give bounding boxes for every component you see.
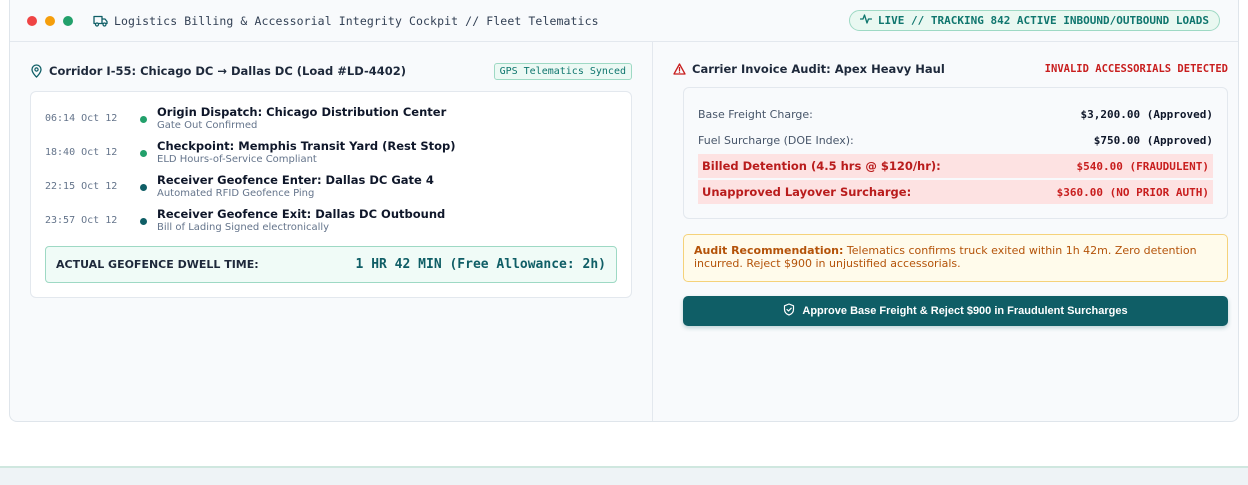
corridor-title: Corridor I-55: Chicago DC → Dallas DC (L… — [49, 64, 407, 78]
invoice-line-items: Base Freight Charge: $3,200.00 (Approved… — [683, 87, 1228, 219]
invoice-line-label: Unapproved Layover Surcharge: — [702, 185, 912, 199]
invoice-line: Base Freight Charge: $3,200.00 (Approved… — [698, 102, 1213, 126]
event-status-dot — [140, 116, 147, 123]
telematics-pane: Corridor I-55: Chicago DC → Dallas DC (L… — [10, 42, 653, 421]
app-window: Logistics Billing & Accessorial Integrit… — [9, 0, 1239, 422]
invoice-line-value: $360.00 (NO PRIOR AUTH) — [1056, 185, 1209, 199]
timeline-event: 06:14 Oct 12 Origin Dispatch: Chicago Di… — [45, 105, 615, 134]
event-time: 23:57 Oct 12 — [45, 215, 118, 226]
audit-header: Carrier Invoice Audit: Apex Heavy Haul I… — [673, 60, 1228, 78]
dwell-time-value: 1 HR 42 MIN (Free Allowance: 2h) — [355, 257, 606, 272]
event-subtitle: Bill of Lading Signed electronically — [157, 222, 330, 233]
flagged-invoice-line: Unapproved Layover Surcharge: $360.00 (N… — [698, 180, 1213, 204]
event-title: Checkpoint: Memphis Transit Yard (Rest S… — [157, 139, 456, 153]
event-subtitle: ELD Hours-of-Service Compliant — [157, 154, 317, 165]
timeline-event: 23:57 Oct 12 Receiver Geofence Exit: Dal… — [45, 207, 615, 236]
event-subtitle: Automated RFID Geofence Ping — [157, 188, 315, 199]
audit-status: INVALID ACCESSORIALS DETECTED — [1044, 63, 1228, 75]
app-title: Logistics Billing & Accessorial Integrit… — [114, 13, 599, 28]
live-status-text: LIVE // TRACKING 842 ACTIVE INBOUND/OUTB… — [877, 14, 1209, 27]
truck-icon — [93, 15, 108, 27]
invoice-line: Fuel Surcharge (DOE Index): $750.00 (App… — [698, 128, 1213, 152]
close-window-button[interactable] — [27, 15, 37, 26]
event-subtitle: Gate Out Confirmed — [157, 120, 258, 131]
title-bar: Logistics Billing & Accessorial Integrit… — [10, 0, 1238, 42]
timeline-event: 22:15 Oct 12 Receiver Geofence Enter: Da… — [45, 173, 615, 202]
audit-title: Carrier Invoice Audit: Apex Heavy Haul — [692, 62, 945, 76]
shield-check-icon — [783, 303, 795, 319]
flagged-invoice-line: Billed Detention (4.5 hrs @ $120/hr): $5… — [698, 154, 1213, 178]
approve-button-label: Approve Base Freight & Reject $900 in Fr… — [802, 305, 1128, 317]
event-title: Receiver Geofence Enter: Dallas DC Gate … — [157, 173, 434, 187]
recommendation-heading: Audit Recommendation: — [694, 244, 844, 257]
invoice-line-value: $3,200.00 (Approved) — [1080, 107, 1213, 121]
warning-icon — [673, 63, 686, 75]
gps-sync-badge: GPS Telematics Synced — [493, 62, 632, 80]
invoice-line-value: $750.00 (Approved) — [1093, 133, 1213, 147]
event-title: Origin Dispatch: Chicago Distribution Ce… — [157, 105, 447, 119]
page-footer-strip — [0, 466, 1248, 485]
invoice-line-label: Fuel Surcharge (DOE Index): — [698, 133, 854, 147]
event-status-dot — [140, 150, 147, 157]
activity-icon — [859, 14, 873, 27]
corridor-header: Corridor I-55: Chicago DC → Dallas DC (L… — [30, 62, 632, 80]
invoice-line-value: $540.00 (FRAUDULENT) — [1076, 159, 1209, 173]
event-time: 22:15 Oct 12 — [45, 181, 118, 192]
timeline-event: 18:40 Oct 12 Checkpoint: Memphis Transit… — [45, 139, 615, 168]
map-pin-icon — [30, 64, 43, 78]
maximize-window-button[interactable] — [63, 15, 73, 26]
minimize-window-button[interactable] — [45, 15, 55, 26]
dwell-time-label: ACTUAL GEOFENCE DWELL TIME: — [56, 258, 259, 271]
event-status-dot — [140, 184, 147, 191]
audit-recommendation: Audit Recommendation: Telematics confirm… — [683, 234, 1228, 282]
dwell-time-summary: ACTUAL GEOFENCE DWELL TIME: 1 HR 42 MIN … — [45, 246, 617, 283]
invoice-audit-pane: Carrier Invoice Audit: Apex Heavy Haul I… — [653, 42, 1238, 421]
event-title: Receiver Geofence Exit: Dallas DC Outbou… — [157, 207, 446, 221]
invoice-line-label: Base Freight Charge: — [698, 107, 813, 121]
event-time: 18:40 Oct 12 — [45, 147, 118, 158]
invoice-line-label: Billed Detention (4.5 hrs @ $120/hr): — [702, 159, 941, 173]
approve-and-reject-button[interactable]: Approve Base Freight & Reject $900 in Fr… — [683, 296, 1228, 326]
telematics-timeline: 06:14 Oct 12 Origin Dispatch: Chicago Di… — [30, 91, 632, 298]
event-time: 06:14 Oct 12 — [45, 113, 118, 124]
event-status-dot — [140, 218, 147, 225]
live-status-badge: LIVE // TRACKING 842 ACTIVE INBOUND/OUTB… — [848, 10, 1220, 31]
